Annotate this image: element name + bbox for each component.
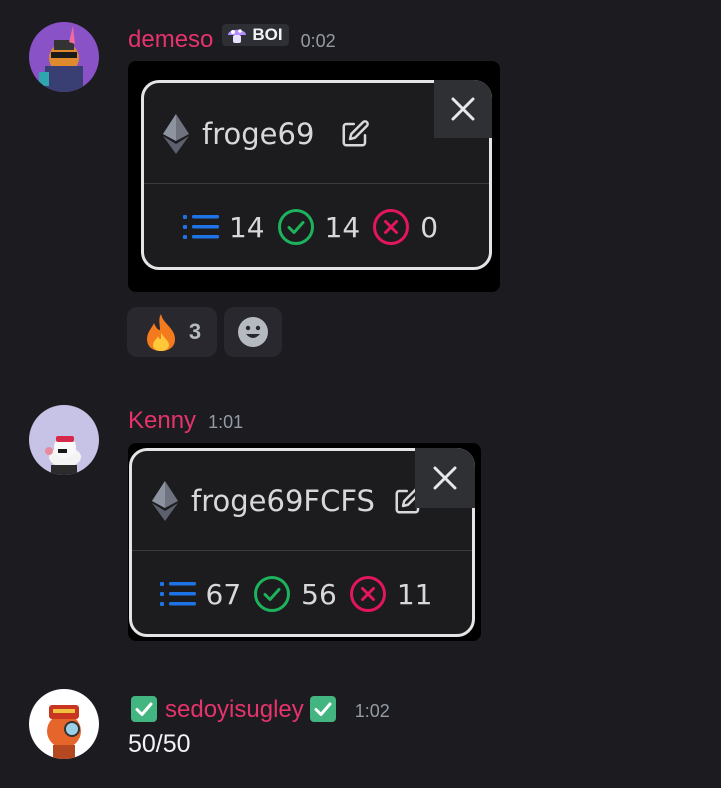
avatar-kenny[interactable] bbox=[29, 405, 99, 475]
card-stats: 67 56 11 bbox=[132, 551, 472, 637]
username[interactable]: sedoyisugley bbox=[165, 696, 304, 724]
total-count: 67 bbox=[205, 577, 242, 611]
close-button bbox=[434, 80, 492, 138]
message-text: 50/50 bbox=[128, 730, 191, 758]
failed-count: 0 bbox=[420, 210, 439, 244]
add-reaction-icon bbox=[238, 317, 268, 347]
avatar-sedoyisugley[interactable] bbox=[29, 689, 99, 759]
image-attachment[interactable]: froge69 14 14 0 bbox=[128, 61, 500, 292]
username[interactable]: Kenny bbox=[128, 407, 196, 435]
edit-icon bbox=[342, 119, 370, 146]
check-box-emoji bbox=[131, 696, 157, 722]
message-demeso: demeso BOI 0:02 froge69 14 14 0 3 bbox=[0, 0, 721, 360]
timestamp[interactable]: 1:01 bbox=[208, 412, 243, 433]
check-box-emoji bbox=[309, 696, 336, 722]
timestamp[interactable]: 0:02 bbox=[301, 31, 336, 52]
username[interactable]: demeso bbox=[128, 26, 213, 54]
x-circle-icon bbox=[373, 209, 410, 245]
add-reaction-button[interactable] bbox=[224, 307, 282, 357]
message-header: sedoyisugley 1:02 bbox=[128, 691, 390, 724]
message-header: demeso BOI 0:02 bbox=[128, 24, 336, 54]
timestamp[interactable]: 1:02 bbox=[355, 701, 390, 722]
close-button bbox=[415, 448, 475, 508]
ethereum-icon bbox=[152, 481, 178, 521]
success-count: 14 bbox=[324, 210, 361, 244]
card-title: froge69FCFS bbox=[191, 484, 375, 518]
success-count: 56 bbox=[301, 577, 337, 611]
message-header: Kenny 1:01 bbox=[128, 407, 243, 435]
list-icon bbox=[182, 215, 219, 239]
avatar-demeso[interactable] bbox=[29, 22, 99, 92]
task-card: froge69FCFS 67 56 11 bbox=[129, 448, 475, 637]
mushroom-icon bbox=[228, 29, 247, 43]
guild-tag[interactable]: BOI bbox=[222, 24, 289, 46]
reaction-fire[interactable]: 3 bbox=[127, 307, 217, 357]
close-icon bbox=[451, 97, 475, 121]
card-title: froge69 bbox=[202, 116, 315, 151]
image-attachment[interactable]: froge69FCFS 67 56 11 bbox=[128, 443, 481, 641]
check-circle-icon bbox=[277, 209, 314, 245]
fire-emoji-icon bbox=[146, 314, 175, 351]
x-circle-icon bbox=[349, 576, 386, 612]
check-circle-icon bbox=[254, 576, 291, 612]
close-icon bbox=[433, 466, 457, 490]
reaction-count: 3 bbox=[188, 319, 202, 344]
failed-count: 11 bbox=[396, 577, 433, 611]
list-icon bbox=[159, 582, 196, 606]
card-stats: 14 14 0 bbox=[144, 184, 489, 270]
guild-tag-label: BOI bbox=[252, 25, 283, 44]
task-card: froge69 14 14 0 bbox=[141, 80, 492, 270]
total-count: 14 bbox=[228, 210, 265, 244]
ethereum-icon bbox=[163, 113, 189, 154]
